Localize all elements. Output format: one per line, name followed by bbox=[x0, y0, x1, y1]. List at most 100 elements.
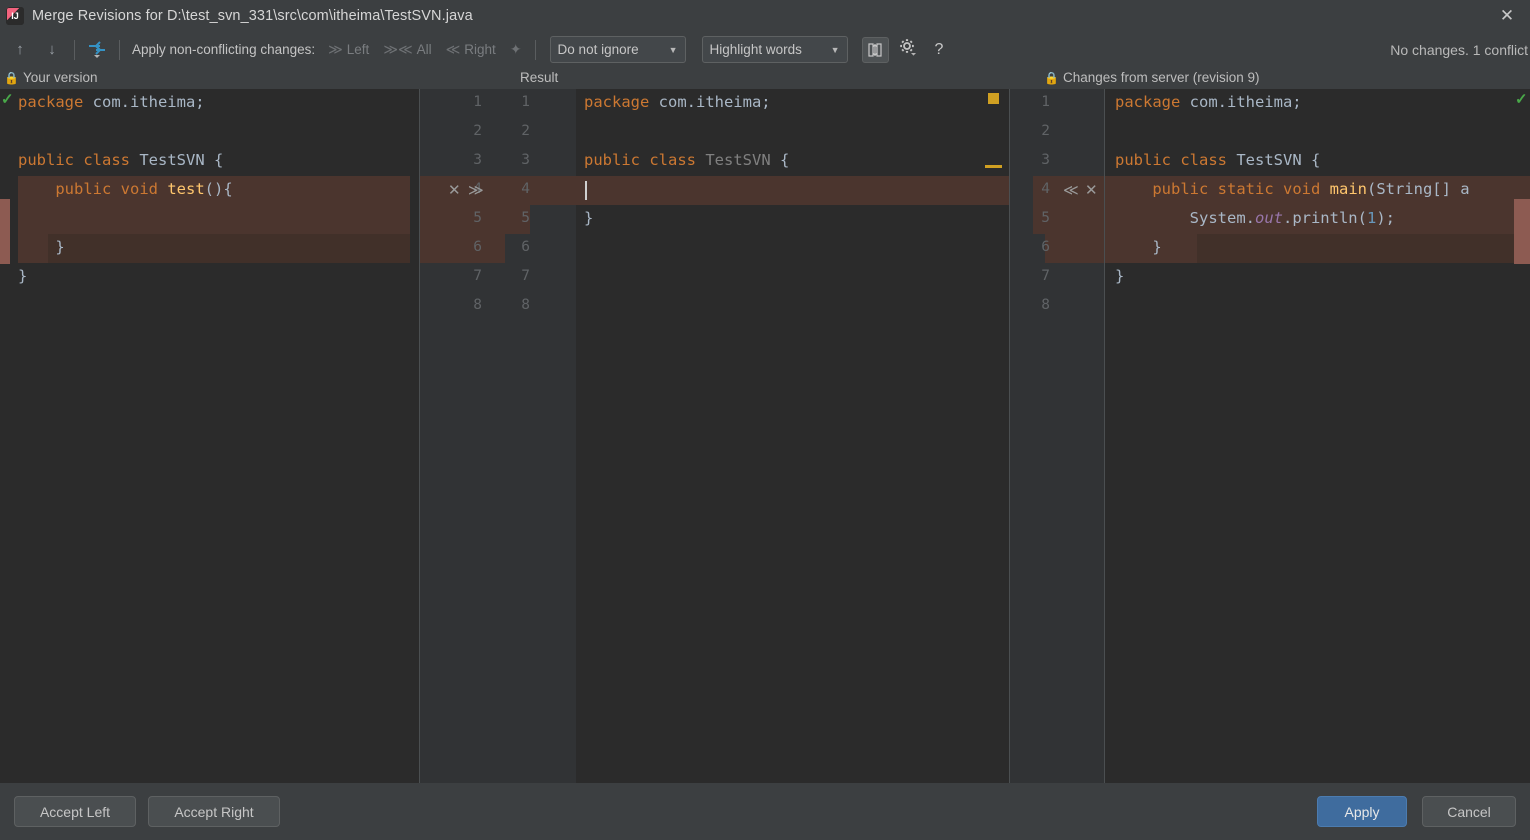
result-left-gutter-conflict-taper bbox=[420, 205, 505, 263]
code-token: com.itheima; bbox=[1189, 93, 1302, 111]
result-code-line-3: public class TestSVN { bbox=[584, 146, 789, 175]
right-gutter-conflict-taper bbox=[1045, 205, 1105, 263]
result-left-lineno-5: 5 bbox=[473, 210, 482, 226]
left-code-line-4: public void test(){ bbox=[18, 175, 232, 204]
ignore-policy-value: Do not ignore bbox=[557, 42, 639, 57]
result-right-lineno-4: 4 bbox=[521, 181, 530, 197]
right-lineno-8: 8 bbox=[1041, 297, 1050, 313]
minimap-modified-bar[interactable] bbox=[985, 165, 1002, 168]
right-pane-header: 🔒 Changes from server (revision 9) bbox=[1044, 66, 1260, 89]
lock-icon: 🔒 bbox=[4, 70, 19, 85]
code-token: package bbox=[1115, 93, 1190, 111]
lock-icon: 🔒 bbox=[1044, 70, 1059, 85]
result-left-gutter[interactable]: 12345678 12345678 ✕ ≫ bbox=[420, 89, 576, 783]
apply-non-conflicting-label: Apply non-conflicting changes: bbox=[132, 42, 316, 57]
chevrons-both-icon: ≫≪ bbox=[383, 41, 413, 57]
result-pane-title: Result bbox=[520, 70, 559, 85]
code-token: public bbox=[1152, 180, 1218, 198]
right-code-line-3: public class TestSVN { bbox=[1115, 146, 1320, 175]
collapse-unchanged-fragments-icon[interactable] bbox=[861, 36, 889, 63]
result-right-lineno-7: 7 bbox=[521, 268, 530, 284]
highlight-policy-value: Highlight words bbox=[709, 42, 802, 57]
code-token: test bbox=[167, 180, 205, 198]
code-token: 1 bbox=[1366, 209, 1377, 227]
apply-left-action[interactable]: ≫ Left bbox=[328, 41, 369, 58]
code-token: public bbox=[1115, 151, 1181, 169]
left-code-line-1: package com.itheima; bbox=[18, 89, 205, 117]
result-right-lineno-3: 3 bbox=[521, 152, 530, 168]
result-reject-conflict-icon[interactable]: ✕ bbox=[448, 176, 461, 205]
code-token: { bbox=[213, 151, 224, 169]
right-reject-conflict-icon[interactable]: ✕ bbox=[1085, 176, 1098, 205]
left-editor-pane[interactable]: ✓ package com.itheima; public class TestS… bbox=[0, 89, 420, 783]
right-code-line-4: public static void main(String[] a bbox=[1115, 175, 1469, 204]
code-token: out bbox=[1254, 209, 1283, 227]
left-pane-header: 🔒 Your version bbox=[4, 66, 98, 89]
code-token: public bbox=[584, 151, 650, 169]
result-code-line-5: } bbox=[584, 204, 593, 233]
help-icon[interactable]: ? bbox=[935, 41, 944, 59]
right-conflict-inner-highlight bbox=[1197, 234, 1530, 263]
left-code-line-3: public class TestSVN { bbox=[18, 146, 223, 175]
right-editor-pane[interactable]: ✓ package com.itheima; public class TestS… bbox=[1105, 89, 1530, 783]
accept-right-button[interactable]: Accept Right bbox=[148, 796, 280, 827]
right-lineno-4: 4 bbox=[1041, 181, 1050, 197]
left-pane-ok-icon: ✓ bbox=[1, 91, 14, 108]
apply-left-label: Left bbox=[346, 42, 370, 57]
code-token: TestSVN bbox=[139, 151, 214, 169]
apply-all-label: All bbox=[416, 42, 432, 57]
right-pane-gutter[interactable]: 1 2 3 4 5 6 7 8 ≪ ✕ bbox=[1010, 89, 1105, 783]
result-left-lineno-8: 8 bbox=[473, 297, 482, 313]
code-token: void bbox=[1282, 180, 1330, 198]
code-token: com.itheima; bbox=[92, 93, 205, 111]
accept-left-button[interactable]: Accept Left bbox=[14, 796, 136, 827]
code-token: public bbox=[55, 180, 121, 198]
chevron-down-icon: ▼ bbox=[830, 44, 840, 55]
right-code-line-6: } bbox=[1115, 233, 1161, 262]
chevron-left-double-icon: ≪ bbox=[445, 41, 461, 57]
arrow-up-icon[interactable]: ↑ bbox=[7, 37, 33, 63]
result-editor-pane[interactable]: package com.itheima; public class TestSVN… bbox=[576, 89, 1010, 783]
result-left-lineno-1: 1 bbox=[473, 94, 482, 110]
right-lineno-2: 2 bbox=[1041, 123, 1050, 139]
apply-right-action[interactable]: ≪ Right bbox=[446, 41, 496, 58]
gear-icon[interactable] bbox=[899, 38, 917, 61]
close-icon[interactable]: ✕ bbox=[1484, 0, 1530, 31]
minimap-conflict-square[interactable] bbox=[988, 93, 999, 104]
code-token: ); bbox=[1376, 209, 1395, 227]
toolbar-divider-2 bbox=[119, 39, 120, 60]
dialog-footer: Accept Left Accept Right Apply Cancel ht… bbox=[0, 783, 1530, 840]
toolbar-divider-3 bbox=[534, 39, 536, 60]
left-code-line-6: } bbox=[18, 233, 64, 262]
right-lineno-1: 1 bbox=[1041, 94, 1050, 110]
left-conflict-inner-highlight bbox=[48, 234, 410, 263]
code-token: main bbox=[1329, 180, 1367, 198]
result-apply-left-icon[interactable]: ≫ bbox=[468, 176, 484, 205]
result-right-lineno-5: 5 bbox=[521, 210, 530, 226]
cancel-button[interactable]: Cancel bbox=[1422, 796, 1516, 827]
ignore-policy-dropdown[interactable]: Do not ignore ▼ bbox=[549, 36, 686, 63]
right-code-line-1: package com.itheima; bbox=[1115, 89, 1302, 117]
code-token: com.itheima; bbox=[658, 93, 771, 111]
arrow-down-icon[interactable]: ↓ bbox=[39, 37, 65, 63]
right-apply-to-result-icon[interactable]: ≪ bbox=[1063, 176, 1079, 205]
pane-headers: 🔒 Your version Result 🔒 Changes from ser… bbox=[0, 66, 1530, 89]
chevron-down-icon: ▼ bbox=[668, 44, 678, 55]
apply-all-action[interactable]: ≫≪ All bbox=[383, 41, 431, 58]
left-pane-title: Your version bbox=[22, 70, 98, 85]
code-token: { bbox=[779, 151, 790, 169]
chevron-right-double-icon: ≫ bbox=[328, 41, 343, 57]
code-token: TestSVN bbox=[1236, 151, 1311, 169]
result-left-lineno-2: 2 bbox=[473, 123, 482, 139]
apply-all-non-conflicting-icon[interactable] bbox=[84, 37, 110, 63]
left-code-line-7: } bbox=[18, 262, 27, 291]
magic-wand-action[interactable]: ✦ bbox=[510, 41, 522, 58]
apply-button[interactable]: Apply bbox=[1317, 796, 1407, 827]
right-lineno-3: 3 bbox=[1041, 152, 1050, 168]
result-right-lineno-1: 1 bbox=[521, 94, 530, 110]
result-code-line-1: package com.itheima; bbox=[584, 89, 771, 117]
code-token: class bbox=[1180, 151, 1237, 169]
highlight-policy-dropdown[interactable]: Highlight words ▼ bbox=[701, 36, 848, 63]
